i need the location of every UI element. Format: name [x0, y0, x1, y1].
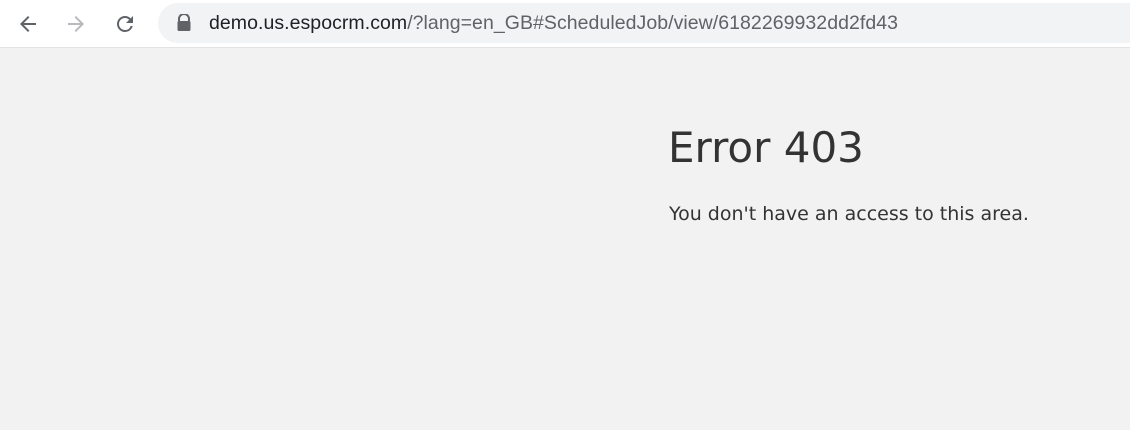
browser-toolbar: demo.us.espocrm.com/?lang=en_GB#Schedule… — [0, 0, 1130, 48]
reload-button[interactable] — [108, 7, 142, 41]
forward-button[interactable] — [59, 7, 93, 41]
url-path: /?lang=en_GB#ScheduledJob/view/618226993… — [407, 12, 899, 34]
lock-icon — [177, 14, 191, 31]
address-bar[interactable]: demo.us.espocrm.com/?lang=en_GB#Schedule… — [158, 3, 1130, 43]
reload-icon — [117, 15, 133, 32]
error-title: Error 403 — [668, 123, 864, 172]
url-host: demo.us.espocrm.com — [209, 12, 408, 34]
arrow-left-icon — [20, 16, 36, 32]
arrow-right-icon — [68, 16, 84, 32]
address-url[interactable]: demo.us.espocrm.com/?lang=en_GB#Schedule… — [209, 12, 898, 34]
error-message: You don't have an access to this area. — [669, 203, 1029, 225]
back-button[interactable] — [11, 7, 45, 41]
page-content: Error 403 You don't have an access to th… — [0, 48, 1130, 430]
